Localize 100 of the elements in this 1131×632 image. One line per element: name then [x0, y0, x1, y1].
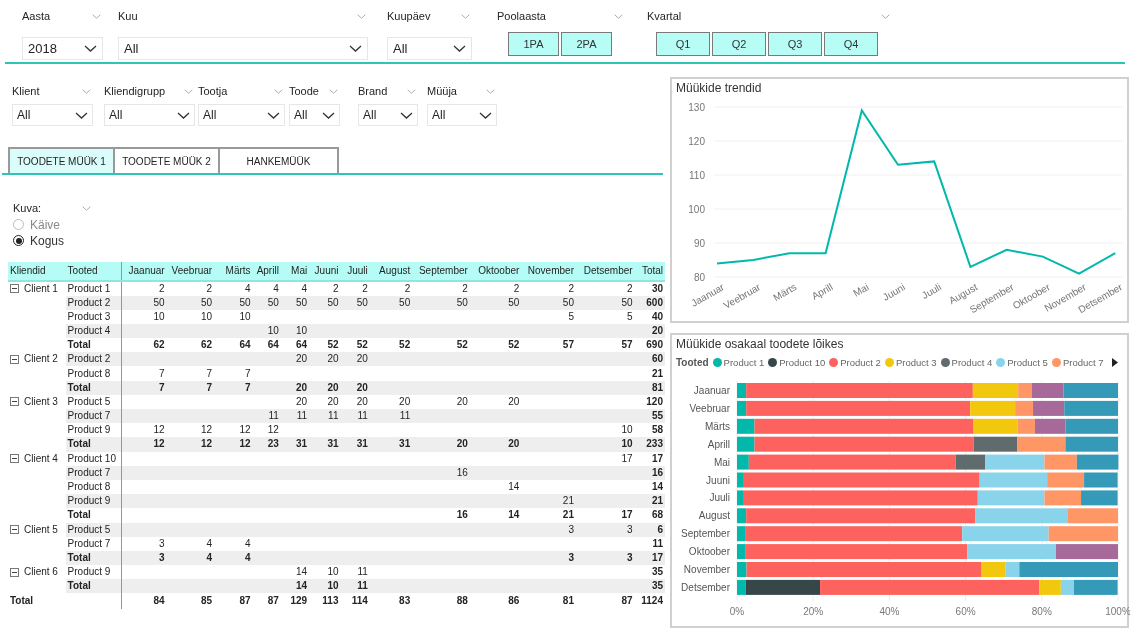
- column-header[interactable]: Jaanuar: [121, 261, 167, 281]
- dropdown[interactable]: All: [358, 104, 418, 126]
- dropdown[interactable]: All: [387, 37, 472, 60]
- filter-button[interactable]: Q1: [656, 32, 710, 56]
- scroll-right-icon[interactable]: [1111, 358, 1118, 368]
- axis-tick-label: 120: [688, 136, 705, 147]
- table-cell: 21: [562, 509, 574, 521]
- axis-tick-label: September: [681, 528, 730, 540]
- table-cell: 87: [621, 595, 633, 607]
- row-header: Product 9: [67, 495, 111, 507]
- bar-segment: [1048, 526, 1118, 542]
- filter-button[interactable]: 1PA: [508, 32, 559, 56]
- dropdown[interactable]: 2018: [22, 37, 103, 60]
- collapse-icon[interactable]: [10, 354, 19, 364]
- table-cell: 16: [651, 466, 663, 478]
- tab[interactable]: HANKEMÜÜK: [218, 147, 339, 173]
- legend-item: Product 1: [712, 355, 765, 371]
- table-cell: 17: [651, 452, 663, 464]
- table-cell: 30: [651, 282, 663, 294]
- column-header[interactable]: November: [521, 261, 576, 281]
- column-header[interactable]: Total: [634, 261, 665, 281]
- dropdown[interactable]: All: [12, 104, 93, 126]
- column-header[interactable]: Kliendid: [8, 261, 66, 281]
- row-header: Client 2: [24, 352, 58, 367]
- table-cell: 68: [651, 509, 663, 521]
- slicer-label: Aasta: [22, 8, 51, 24]
- table-cell: 120: [646, 395, 663, 407]
- axis-tick-label: Juuli: [709, 492, 730, 504]
- table-cell: 87: [239, 595, 251, 607]
- dropdown[interactable]: All: [427, 104, 497, 126]
- table-cell: 20: [651, 324, 663, 336]
- table-cell: 21: [651, 495, 663, 507]
- column-header[interactable]: Juuli: [340, 261, 370, 281]
- bar-segment: [1084, 472, 1118, 488]
- legend-item: Product 10: [768, 355, 826, 371]
- column-header[interactable]: Aprill: [252, 261, 281, 281]
- row-header: Total: [67, 509, 91, 521]
- axis-tick-label: 90: [693, 238, 705, 249]
- row-header: Total: [10, 595, 34, 607]
- row-header: Product 7: [67, 537, 111, 549]
- radio-option[interactable]: Kogus: [13, 232, 665, 249]
- table-cell: 20: [356, 353, 368, 365]
- column-header[interactable]: Detsember: [575, 261, 635, 281]
- table-cell: 2: [404, 282, 411, 294]
- row-header: Product 8: [67, 481, 111, 493]
- collapse-icon[interactable]: [10, 567, 19, 577]
- column-header[interactable]: Veebruar: [166, 261, 215, 281]
- chevron-down-icon: [322, 111, 335, 119]
- table-cell: 14: [508, 509, 520, 521]
- collapse-icon[interactable]: [10, 284, 19, 293]
- table-cell: 7: [206, 367, 213, 379]
- chevron-down-icon: [274, 88, 283, 94]
- table-cell: 84: [153, 595, 165, 607]
- column-header[interactable]: Mai: [280, 261, 310, 281]
- table-cell: 52: [327, 339, 339, 351]
- column-header[interactable]: Märts: [214, 261, 253, 281]
- chevron-down-icon: [407, 88, 416, 94]
- filter-button[interactable]: Q2: [712, 32, 766, 56]
- row-header: Total: [67, 381, 91, 393]
- slicer-label: Toode: [289, 83, 319, 99]
- tab[interactable]: TOODETE MÜÜK 1: [8, 147, 115, 173]
- filter-button[interactable]: 2PA: [561, 32, 612, 56]
- collapse-icon[interactable]: [10, 397, 19, 407]
- table-cell: 86: [508, 595, 520, 607]
- collapse-icon[interactable]: [10, 525, 19, 534]
- axis-tick-label: 110: [689, 170, 705, 181]
- table-cell: 50: [296, 296, 308, 308]
- bar-segment: [1076, 454, 1119, 470]
- column-header[interactable]: Oktoober: [469, 261, 522, 281]
- legend-item: Product 3: [884, 355, 937, 371]
- table-cell: 50: [356, 296, 368, 308]
- column-header[interactable]: August: [369, 261, 413, 281]
- dropdown[interactable]: All: [289, 104, 340, 126]
- chevron-down-icon: [614, 13, 623, 19]
- filter-button[interactable]: Q4: [824, 32, 878, 56]
- filter-button[interactable]: Q3: [768, 32, 822, 56]
- radio-option[interactable]: Käive: [13, 216, 665, 233]
- axis-tick-label: 20%: [803, 605, 824, 617]
- dropdown[interactable]: All: [118, 37, 368, 60]
- table-cell: 129: [290, 595, 308, 607]
- table-cell: 64: [296, 339, 308, 351]
- table-cell: 7: [159, 367, 165, 379]
- collapse-icon[interactable]: [10, 454, 19, 464]
- row-header: Client 4: [24, 451, 58, 466]
- table-cell: 12: [201, 424, 213, 436]
- table-cell: 10: [327, 566, 339, 578]
- dropdown[interactable]: All: [104, 104, 195, 126]
- table-cell: 10: [327, 580, 339, 592]
- column-header[interactable]: September: [412, 261, 470, 281]
- table-cell: 20: [327, 381, 339, 393]
- table-cell: 58: [651, 424, 663, 436]
- dropdown[interactable]: All: [198, 104, 285, 126]
- table-cell: 31: [399, 438, 411, 450]
- axis-tick-label: 80: [693, 272, 705, 283]
- slicer-label: Klient: [12, 83, 40, 99]
- column-header[interactable]: Juuni: [309, 261, 341, 281]
- column-header[interactable]: Tooted: [65, 261, 122, 281]
- table-cell: 50: [239, 296, 251, 308]
- table-cell: 35: [651, 580, 663, 592]
- table-cell: 3: [159, 551, 165, 563]
